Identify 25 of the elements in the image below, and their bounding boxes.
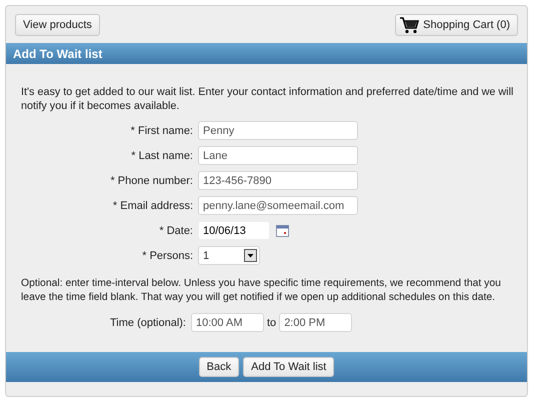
optional-note: Optional: enter time-interval below. Unless you have specific time requirements, we recommend that you leave the time field blank. That way you will get notified if we open up additional schedules on this date.	[21, 277, 502, 305]
view-products-button[interactable]: View products	[15, 14, 100, 36]
field-label: * Email address:	[112, 200, 194, 212]
input-field[interactable]: Penny	[198, 121, 358, 140]
persons-dropdown[interactable]: 1	[198, 246, 260, 265]
intro-text: It's easy to get added to our wait list. Enter your contact information and preferred date/time and we will notify you if it becomes available.	[21, 85, 514, 113]
time-to-field[interactable]: 2:00 PM	[279, 313, 352, 332]
date-field[interactable]: 10/06/13	[198, 221, 270, 240]
input-field[interactable]: 123-456-7890	[198, 171, 358, 190]
input-field[interactable]: Lane	[198, 146, 358, 165]
footer-button[interactable]: Add To Wait list	[243, 357, 334, 377]
field-label: * First name:	[130, 124, 194, 136]
section-title: Add To Wait list	[13, 46, 102, 60]
field-label: * Date:	[158, 224, 194, 236]
calendar-icon[interactable]	[276, 224, 289, 236]
shopping-cart-icon	[399, 16, 420, 34]
time-from-field[interactable]: 10:00 AM	[191, 313, 264, 332]
field-label: * Last name:	[130, 150, 194, 162]
to-label: to	[266, 316, 278, 328]
footer-button[interactable]: Back	[198, 357, 240, 377]
field-label: * Persons:	[141, 250, 194, 262]
shopping-cart-button[interactable]: Shopping Cart (0)	[395, 14, 518, 36]
field-label: * Phone number:	[109, 174, 194, 186]
input-field[interactable]: penny.lane@someemail.com	[198, 196, 358, 215]
time-label: Time (optional):	[108, 316, 187, 328]
